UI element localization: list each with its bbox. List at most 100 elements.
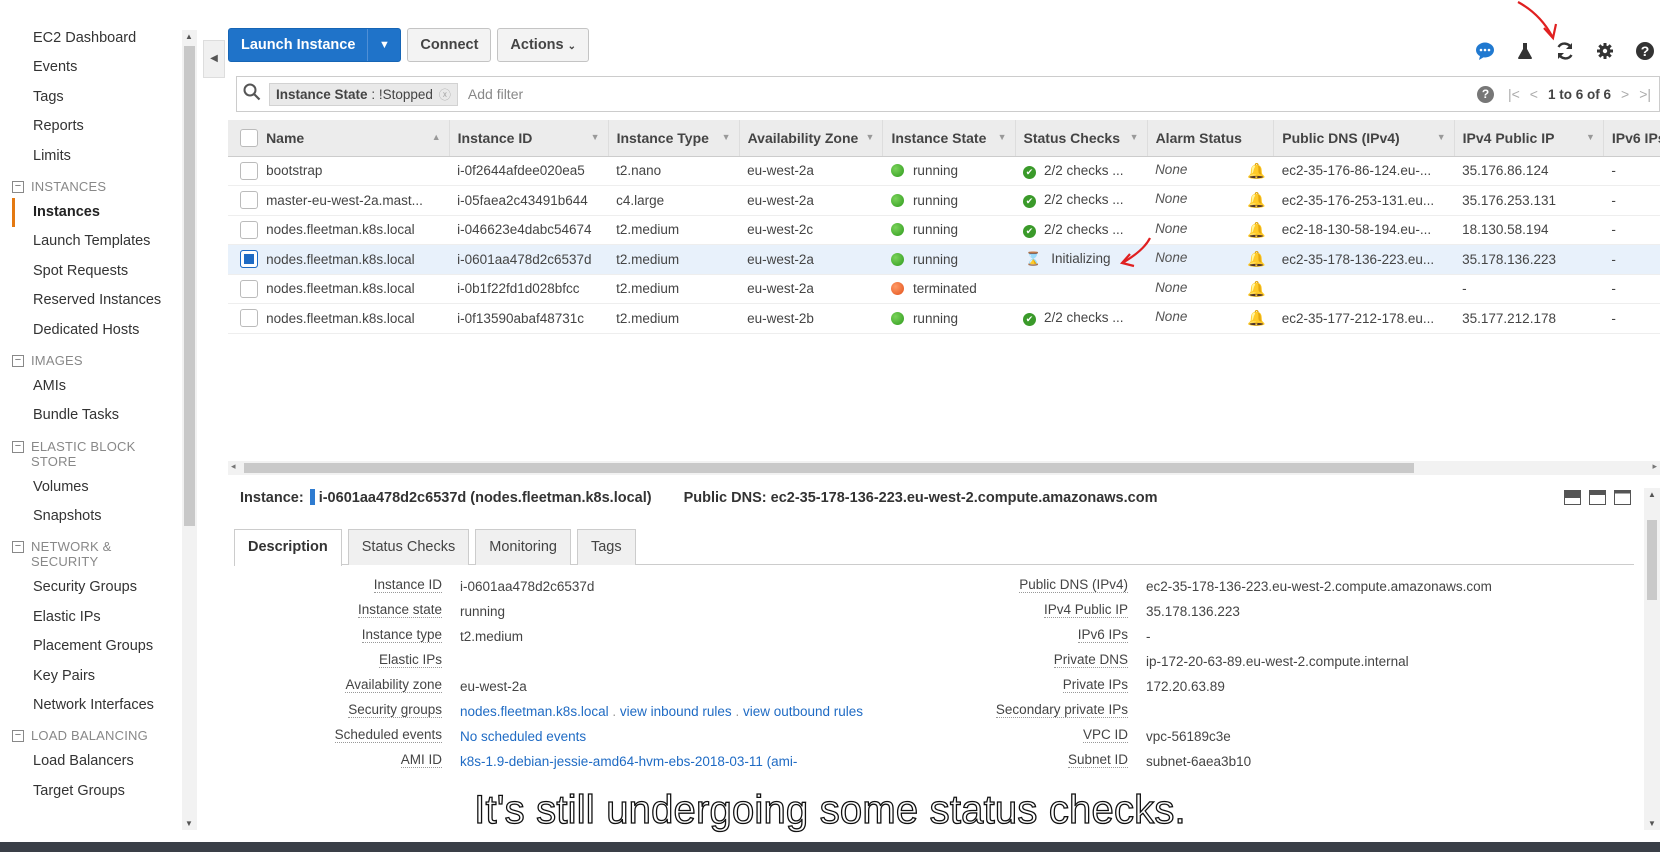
description-link[interactable]: view outbound rules [743,704,863,719]
column-header[interactable]: Status Checks ▼ [1015,120,1148,157]
sidebar-scroll-thumb[interactable] [184,46,195,526]
details-vertical-scrollbar[interactable]: ▲ ▼ [1644,488,1660,830]
column-header[interactable]: Alarm Status [1147,120,1275,157]
sidebar-item[interactable]: Reserved Instances [12,286,182,315]
row-checkbox[interactable] [240,220,258,239]
sidebar-item[interactable]: Elastic IPs [12,603,182,632]
table-row[interactable]: master-eu-west-2a.mast... i-05faea2c43491… [228,185,1660,216]
description-link[interactable]: k8s-1.9-debian-jessie-amd64-hvm-ebs-2018… [460,754,797,769]
sort-icon[interactable]: ▼ [722,132,731,142]
row-checkbox[interactable] [240,191,258,210]
sidebar-item[interactable]: Limits [12,142,182,171]
sidebar-item[interactable]: EC2 Dashboard [12,24,182,53]
table-row[interactable]: nodes.fleetman.k8s.local i-0f13590abaf487… [228,303,1660,334]
connect-button[interactable]: Connect [407,28,492,62]
collapse-section-icon[interactable]: − [12,730,24,743]
view-half-split-icon[interactable] [1589,490,1606,505]
scroll-left-icon[interactable]: ◂ [231,461,236,472]
sort-icon[interactable]: ▼ [591,132,600,142]
flask-icon[interactable] [1514,40,1536,62]
collapse-section-icon[interactable]: − [12,354,24,367]
first-page-icon[interactable]: |< [1508,86,1520,102]
sidebar-item[interactable]: Key Pairs [12,662,182,691]
row-select-cell[interactable] [228,244,259,275]
scroll-right-icon[interactable]: ▸ [1652,461,1657,472]
scroll-up-icon[interactable]: ▲ [185,32,193,41]
table-row[interactable]: nodes.fleetman.k8s.local i-0601aa478d2c65… [228,244,1660,275]
row-select-cell[interactable] [228,215,259,245]
sidebar-item[interactable]: Placement Groups [12,632,182,661]
row-checkbox[interactable] [240,309,258,328]
alarm-bell-icon[interactable]: 🔔 [1247,280,1266,298]
sidebar-item[interactable]: Network Interfaces [12,691,182,720]
alarm-bell-icon[interactable]: 🔔 [1247,191,1266,209]
alarm-bell-icon[interactable]: 🔔 [1247,221,1266,239]
sidebar-section[interactable]: − ELASTIC BLOCK STORE [12,431,182,473]
select-all-header[interactable] [228,120,259,157]
row-checkbox[interactable] [240,250,258,269]
last-page-icon[interactable]: >| [1639,86,1651,102]
prev-page-icon[interactable]: < [1530,86,1538,102]
column-header[interactable]: Instance Type ▼ [608,120,740,157]
chat-icon[interactable] [1474,40,1496,62]
next-page-icon[interactable]: > [1621,86,1629,102]
scroll-up-icon[interactable]: ▲ [1648,490,1656,499]
row-select-cell[interactable] [228,185,259,216]
column-header[interactable]: Instance State ▼ [882,120,1016,157]
sidebar-item[interactable]: Bundle Tasks [12,401,182,430]
tab-monitoring[interactable]: Monitoring [475,529,571,565]
details-scroll-thumb[interactable] [1647,520,1657,600]
row-select-cell[interactable] [228,303,259,334]
gear-icon[interactable] [1594,40,1616,62]
sidebar-item[interactable]: Load Balancers [12,747,182,776]
table-row[interactable]: bootstrap i-0f2644afdee020ea5 t2.nano eu-we… [228,156,1660,186]
sidebar-item[interactable]: Instances [12,197,182,228]
table-row[interactable]: nodes.fleetman.k8s.local i-0b1f22fd1d028b… [228,274,1660,304]
collapse-section-icon[interactable]: − [12,440,24,453]
view-full-list-icon[interactable] [1614,490,1631,505]
add-filter-input[interactable]: Add filter [468,86,1477,102]
tab-description[interactable]: Description [234,529,342,566]
tab-status-checks[interactable]: Status Checks [347,529,470,565]
column-header[interactable]: IPv6 IPs [1603,120,1660,157]
sidebar-item[interactable]: Snapshots [12,502,182,531]
sidebar-item[interactable]: Events [12,53,182,82]
column-header[interactable]: Name ▲ [258,120,450,157]
sidebar-item[interactable]: Dedicated Hosts [12,316,182,345]
tab-tags[interactable]: Tags [576,529,636,565]
help-icon[interactable]: ? [1634,40,1656,62]
launch-instance-label[interactable]: Launch Instance [229,29,367,61]
sidebar-section[interactable]: − NETWORK & SECURITY [12,531,182,573]
table-scroll-thumb[interactable] [244,463,1414,473]
sort-asc-icon[interactable]: ▲ [432,132,441,142]
table-row[interactable]: nodes.fleetman.k8s.local i-046623e4dabc54… [228,215,1660,245]
description-link[interactable]: No scheduled events [460,729,586,744]
select-all-checkbox[interactable] [240,128,258,147]
collapse-sidebar-button[interactable]: ◀ [203,40,225,78]
refresh-icon[interactable] [1554,40,1576,62]
actions-button[interactable]: Actions ⌄ [497,28,590,62]
column-header[interactable]: Public DNS (IPv4) ▼ [1273,120,1455,157]
remove-filter-icon[interactable]: ⓧ [439,88,451,102]
column-header[interactable]: Availability Zone ▼ [739,120,884,157]
collapse-section-icon[interactable]: − [12,180,24,193]
launch-instance-button[interactable]: Launch Instance ▼ [228,28,402,62]
row-checkbox[interactable] [240,279,258,298]
description-link[interactable]: nodes.fleetman.k8s.local [460,704,609,719]
sidebar-item[interactable]: Launch Templates [12,227,182,256]
collapse-section-icon[interactable]: − [12,541,24,554]
sort-icon[interactable]: ▼ [1437,132,1446,142]
alarm-bell-icon[interactable]: 🔔 [1247,250,1266,268]
sort-icon[interactable]: ▼ [1586,132,1595,142]
sidebar-item[interactable]: AMIs [12,372,182,401]
sort-icon[interactable]: ▼ [1130,132,1139,142]
sort-icon[interactable]: ▼ [998,132,1007,142]
column-header[interactable]: Instance ID ▼ [449,120,609,157]
table-horizontal-scrollbar[interactable]: ◂ ▸ [228,461,1660,475]
filter-chip[interactable]: Instance State : !Stopped ⓧ [269,82,458,106]
sidebar-item[interactable]: Spot Requests [12,257,182,286]
sidebar-item[interactable]: Reports [12,112,182,141]
column-header[interactable]: IPv4 Public IP ▼ [1454,120,1604,157]
sidebar-item[interactable]: Tags [12,83,182,112]
sidebar-item[interactable]: Security Groups [12,573,182,602]
